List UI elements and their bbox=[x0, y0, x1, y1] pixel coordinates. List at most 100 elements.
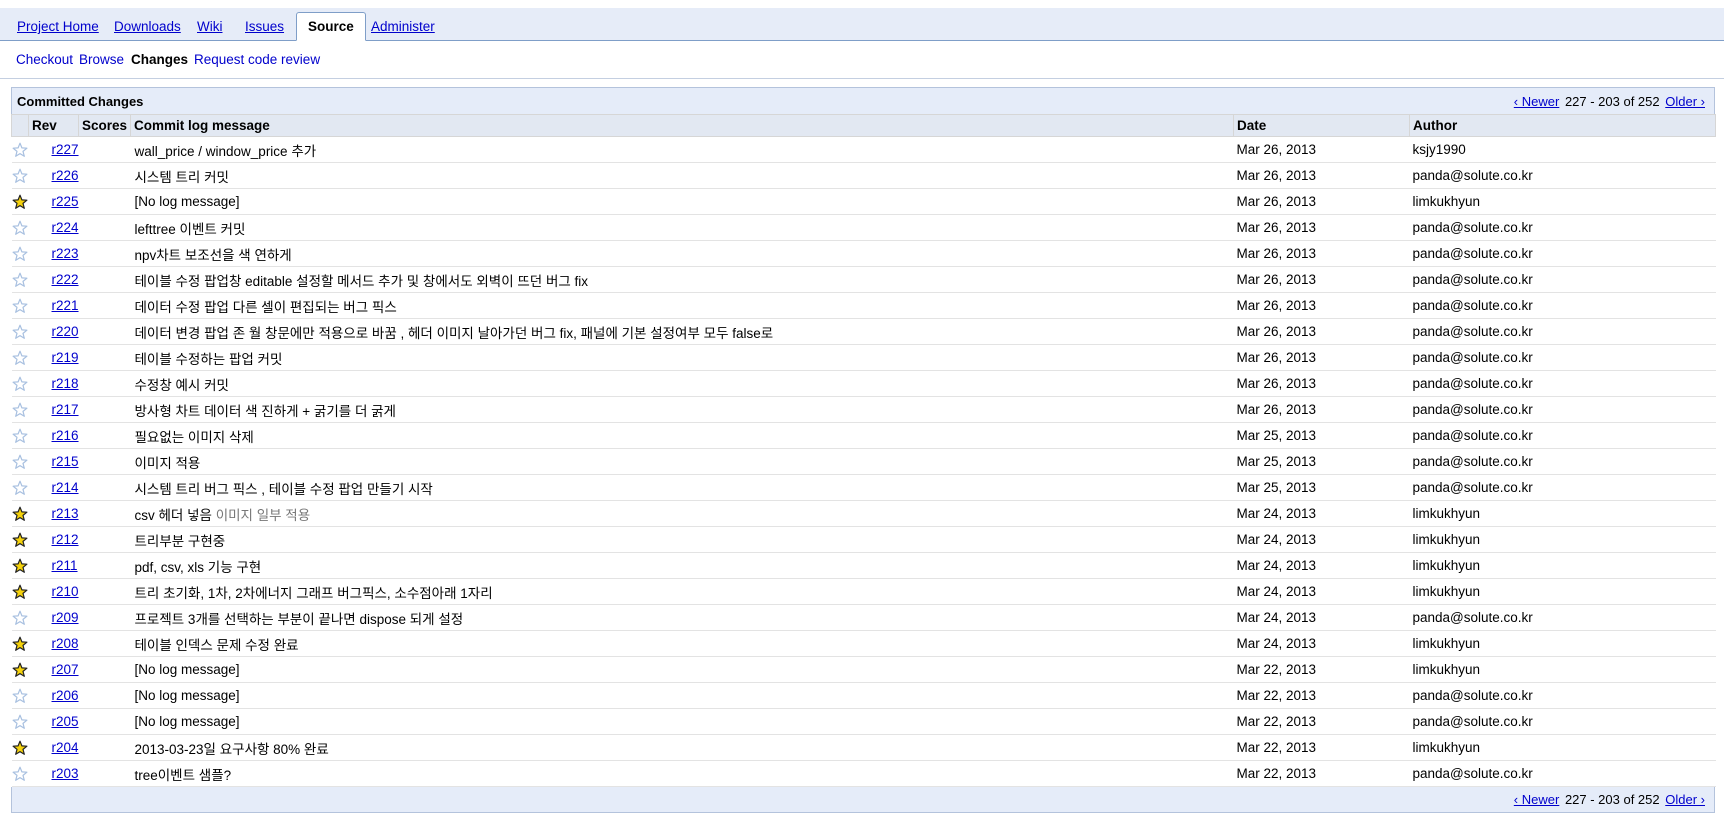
commit-message-cell[interactable]: 데이터 수정 팝업 다른 셀이 편집되는 버그 픽스 bbox=[130, 292, 1234, 319]
commit-message: npv차트 보조선을 색 연하게 bbox=[134, 247, 292, 263]
tab-wiki[interactable]: Wiki bbox=[197, 19, 223, 34]
rev-link[interactable]: r218 bbox=[52, 376, 79, 391]
commit-message-cell[interactable]: [No log message] bbox=[130, 708, 1234, 735]
rev-link[interactable]: r211 bbox=[52, 558, 78, 573]
tab-downloads[interactable]: Downloads bbox=[114, 19, 181, 34]
star-filled-icon[interactable] bbox=[12, 584, 28, 600]
subtab-changes[interactable]: Changes bbox=[131, 52, 188, 67]
rev-link[interactable]: r212 bbox=[52, 532, 79, 547]
commit-message-cell[interactable]: 테이블 수정 팝업창 editable 설정할 메서드 추가 및 창에서도 외벽… bbox=[130, 266, 1234, 293]
tab-administer[interactable]: Administer bbox=[371, 19, 435, 34]
commit-message-cell[interactable]: 테이블 인덱스 문제 수정 완료 bbox=[130, 630, 1234, 657]
star-outline-icon[interactable] bbox=[12, 298, 28, 314]
score-cell bbox=[78, 370, 131, 397]
star-outline-icon[interactable] bbox=[12, 246, 28, 262]
rev-link[interactable]: r215 bbox=[52, 454, 79, 469]
star-outline-icon[interactable] bbox=[12, 610, 28, 626]
older-link[interactable]: Older › bbox=[1665, 94, 1705, 109]
star-cell bbox=[11, 604, 29, 631]
newer-link[interactable]: ‹ Newer bbox=[1514, 94, 1560, 109]
rev-link[interactable]: r204 bbox=[52, 740, 79, 755]
commit-message-cell[interactable]: 프로젝트 3개를 선택하는 부분이 끝나면 dispose 되게 설정 bbox=[130, 604, 1234, 631]
star-outline-icon[interactable] bbox=[12, 688, 28, 704]
star-outline-icon[interactable] bbox=[12, 272, 28, 288]
rev-link[interactable]: r208 bbox=[52, 636, 79, 651]
subtab-checkout[interactable]: Checkout bbox=[16, 52, 73, 67]
star-filled-icon[interactable] bbox=[12, 194, 28, 210]
newer-link[interactable]: ‹ Newer bbox=[1514, 792, 1560, 807]
score-cell bbox=[78, 474, 131, 501]
star-outline-icon[interactable] bbox=[12, 142, 28, 158]
author-cell: panda@solute.co.kr bbox=[1409, 344, 1716, 371]
commit-message-cell[interactable]: lefttree 이벤트 커밋 bbox=[130, 214, 1234, 241]
star-filled-icon[interactable] bbox=[12, 558, 28, 574]
older-link[interactable]: Older › bbox=[1665, 792, 1705, 807]
star-filled-icon[interactable] bbox=[12, 532, 28, 548]
commit-message-cell[interactable]: [No log message] bbox=[130, 682, 1234, 709]
star-outline-icon[interactable] bbox=[12, 402, 28, 418]
rev-link[interactable]: r203 bbox=[52, 766, 79, 781]
rev-link[interactable]: r220 bbox=[52, 324, 79, 339]
rev-link[interactable]: r222 bbox=[52, 272, 79, 287]
rev-link[interactable]: r210 bbox=[52, 584, 79, 599]
star-outline-icon[interactable] bbox=[12, 766, 28, 782]
commit-message-cell[interactable]: npv차트 보조선을 색 연하게 bbox=[130, 240, 1234, 267]
col-author-header[interactable]: Author bbox=[1409, 114, 1716, 137]
star-outline-icon[interactable] bbox=[12, 428, 28, 444]
star-filled-icon[interactable] bbox=[12, 662, 28, 678]
commit-message-cell[interactable]: 수정창 예시 커밋 bbox=[130, 370, 1234, 397]
rev-link[interactable]: r209 bbox=[52, 610, 79, 625]
col-date-header[interactable]: Date bbox=[1233, 114, 1410, 137]
rev-link[interactable]: r213 bbox=[52, 506, 79, 521]
rev-link[interactable]: r217 bbox=[52, 402, 79, 417]
star-outline-icon[interactable] bbox=[12, 376, 28, 392]
star-outline-icon[interactable] bbox=[12, 480, 28, 496]
author-cell: panda@solute.co.kr bbox=[1409, 396, 1716, 423]
commit-message-cell[interactable]: pdf, csv, xls 기능 구현 bbox=[130, 552, 1234, 579]
commit-message-cell[interactable]: 필요없는 이미지 삭제 bbox=[130, 422, 1234, 449]
rev-link[interactable]: r214 bbox=[52, 480, 79, 495]
rev-link[interactable]: r227 bbox=[52, 142, 79, 157]
commit-message-cell[interactable]: 이미지 적용 bbox=[130, 448, 1234, 475]
commit-message-cell[interactable]: tree이벤트 샘플? bbox=[130, 760, 1234, 787]
commit-message-cell[interactable]: wall_price / window_price 추가 bbox=[130, 136, 1234, 163]
commit-message-cell[interactable]: [No log message] bbox=[130, 656, 1234, 683]
rev-link[interactable]: r223 bbox=[52, 246, 79, 261]
commit-message-cell[interactable]: 방사형 차트 데이터 색 진하게 + 굵기를 더 굵게 bbox=[130, 396, 1234, 423]
rev-link[interactable]: r224 bbox=[52, 220, 79, 235]
commit-message-cell[interactable]: 시스템 트리 커밋 bbox=[130, 162, 1234, 189]
col-scores-header[interactable]: Scores bbox=[78, 114, 131, 137]
star-outline-icon[interactable] bbox=[12, 220, 28, 236]
commit-message-cell[interactable]: [No log message] bbox=[130, 188, 1234, 215]
commit-message-cell[interactable]: 2013-03-23일 요구사항 80% 완료 bbox=[130, 734, 1234, 761]
star-outline-icon[interactable] bbox=[12, 454, 28, 470]
commit-message-cell[interactable]: 시스템 트리 버그 픽스 , 테이블 수정 팝업 만들기 시작 bbox=[130, 474, 1234, 501]
rev-link[interactable]: r206 bbox=[52, 688, 79, 703]
star-filled-icon[interactable] bbox=[12, 636, 28, 652]
star-outline-icon[interactable] bbox=[12, 350, 28, 366]
subtab-request-code-review[interactable]: Request code review bbox=[194, 52, 320, 67]
rev-link[interactable]: r226 bbox=[52, 168, 79, 183]
star-cell bbox=[11, 760, 29, 787]
commit-message-cell[interactable]: csv 헤더 넣음 이미지 일부 적용 bbox=[130, 500, 1234, 527]
rev-link[interactable]: r225 bbox=[52, 194, 79, 209]
commit-message-cell[interactable]: 트리부분 구현중 bbox=[130, 526, 1234, 553]
tab-source[interactable]: Source bbox=[296, 12, 366, 41]
star-outline-icon[interactable] bbox=[12, 714, 28, 730]
rev-link[interactable]: r221 bbox=[52, 298, 79, 313]
tab-project-home[interactable]: Project Home bbox=[17, 19, 99, 34]
rev-link[interactable]: r216 bbox=[52, 428, 79, 443]
rev-link[interactable]: r219 bbox=[52, 350, 79, 365]
star-outline-icon[interactable] bbox=[12, 324, 28, 340]
star-filled-icon[interactable] bbox=[12, 506, 28, 522]
commit-message-cell[interactable]: 테이블 수정하는 팝업 커밋 bbox=[130, 344, 1234, 371]
commit-message-cell[interactable]: 트리 초기화, 1차, 2차에너지 그래프 버그픽스, 소수점아래 1자리 bbox=[130, 578, 1234, 605]
subtab-browse[interactable]: Browse bbox=[79, 52, 124, 67]
col-rev-header[interactable]: Rev bbox=[28, 114, 79, 137]
rev-link[interactable]: r207 bbox=[52, 662, 79, 677]
rev-link[interactable]: r205 bbox=[52, 714, 79, 729]
star-outline-icon[interactable] bbox=[12, 168, 28, 184]
tab-issues[interactable]: Issues bbox=[245, 19, 284, 34]
star-filled-icon[interactable] bbox=[12, 740, 28, 756]
commit-message-cell[interactable]: 데이터 변경 팝업 존 월 창문에만 적용으로 바꿈 , 헤더 이미지 날아가던… bbox=[130, 318, 1234, 345]
